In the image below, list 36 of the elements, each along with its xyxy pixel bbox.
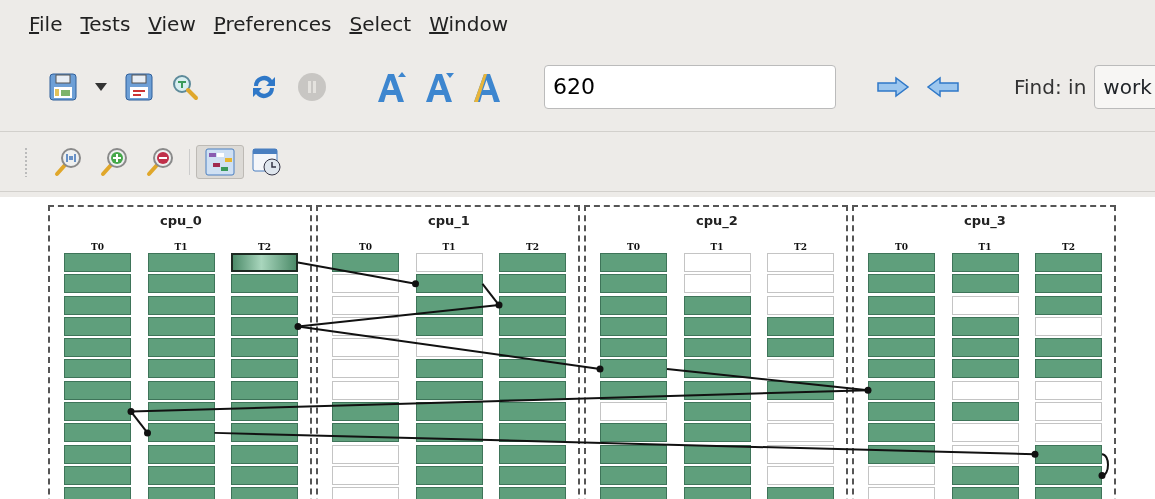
thread-label: T2 xyxy=(793,241,808,253)
menu-item[interactable]: View xyxy=(139,10,205,38)
zoom-field[interactable]: 620 xyxy=(544,64,836,109)
grid-view-icon[interactable] xyxy=(196,144,244,179)
menu-item[interactable]: Select xyxy=(340,10,421,38)
task-block[interactable] xyxy=(499,338,566,358)
cpu-title: cpu_0 xyxy=(159,213,203,229)
thread-label: T1 xyxy=(977,241,993,253)
thread-label: T1 xyxy=(709,241,725,253)
task-block[interactable] xyxy=(415,402,483,422)
scope-dropdown[interactable]: work xyxy=(1094,64,1155,109)
task-block[interactable] xyxy=(231,253,298,272)
task-block[interactable] xyxy=(499,380,566,400)
task-block[interactable] xyxy=(600,444,667,464)
thread-label: T0 xyxy=(626,241,641,253)
task-block[interactable] xyxy=(415,274,483,294)
thread-label: T0 xyxy=(894,241,909,253)
thread-label: T1 xyxy=(173,241,189,253)
menu-item[interactable]: File xyxy=(20,10,72,38)
thread-label: T2 xyxy=(525,241,540,253)
menu-item[interactable]: Tests xyxy=(71,10,140,38)
connector-line xyxy=(1098,453,1109,479)
menu-item[interactable]: Window xyxy=(420,10,517,38)
thread-label: T2 xyxy=(1061,241,1076,253)
cpu-title: cpu_3 xyxy=(963,213,1007,229)
empty-slot[interactable] xyxy=(332,338,399,358)
thread-label: T0 xyxy=(90,241,105,253)
task-block[interactable] xyxy=(499,359,566,379)
thread-label: T1 xyxy=(441,241,457,253)
cpu-title: cpu_2 xyxy=(695,213,739,229)
find-label: Find: in xyxy=(1014,73,1087,101)
cpu-title: cpu_1 xyxy=(427,213,471,229)
thread-label: T2 xyxy=(257,241,272,253)
menu-item[interactable]: Preferences xyxy=(204,10,341,38)
empty-slot[interactable] xyxy=(332,274,399,294)
thread-label: T0 xyxy=(358,241,373,253)
